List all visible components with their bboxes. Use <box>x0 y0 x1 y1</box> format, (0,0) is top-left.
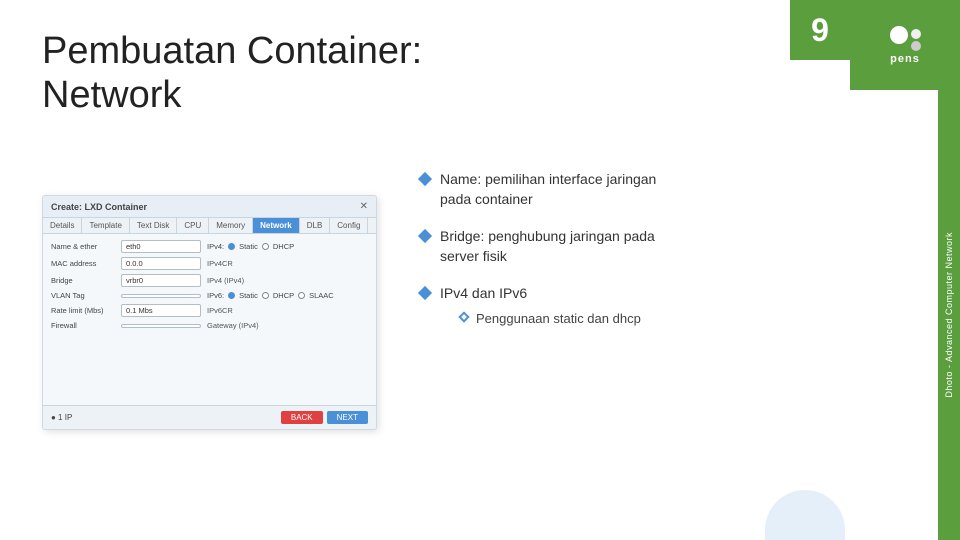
label-firewall: Firewall <box>51 321 121 330</box>
sub-bullet-diamond-1 <box>458 311 469 322</box>
logo-area: pens <box>850 0 960 90</box>
vertical-text: Dhoto - Advanced Computer Network <box>938 90 960 540</box>
bullet-diamond-3 <box>418 286 432 300</box>
bullet-diamond-2 <box>418 229 432 243</box>
label-ipv4-ipv4: IPv4 (IPv4) <box>207 276 244 285</box>
bullet-text-2: Bridge: penghubung jaringan padaserver f… <box>440 227 655 266</box>
radio-ipv6-static <box>228 292 235 299</box>
panel-tabs: Details Template Text Disk CPU Memory Ne… <box>43 218 376 234</box>
decorative-bottom-shape <box>765 490 845 540</box>
bullet-text-3: IPv4 dan IPv6 <box>440 285 527 301</box>
value-firewall <box>121 324 201 328</box>
value-bridge: vrbr0 <box>121 274 201 287</box>
tab-details[interactable]: Details <box>43 218 82 233</box>
radio-ipv6-slaac <box>298 292 305 299</box>
value-mac: 0.0.0 <box>121 257 201 270</box>
bullet-text-1: Name: pemilihan interface jaringanpada c… <box>440 170 656 209</box>
bullet-item-3: IPv4 dan IPv6 Penggunaan static dan dhcp <box>420 284 870 328</box>
footer-buttons: BACK NEXT <box>281 411 368 424</box>
form-row-firewall: Firewall Gateway (IPv4) <box>51 321 368 330</box>
panel-footer: ● 1 IP BACK NEXT <box>43 405 376 429</box>
panel-close-icon: ✕ <box>360 201 368 212</box>
value-vlan <box>121 294 201 298</box>
label-ipv4cr: IPv4CR <box>207 259 233 268</box>
radio-dhcp <box>262 243 269 250</box>
bullet-item-1: Name: pemilihan interface jaringanpada c… <box>420 170 870 209</box>
sub-bullet-item-1: Penggunaan static dan dhcp <box>460 310 641 328</box>
pens-logo: pens <box>890 26 921 65</box>
sub-bullet-text-1: Penggunaan static dan dhcp <box>476 310 641 328</box>
tab-network[interactable]: Network <box>253 218 300 233</box>
back-button[interactable]: BACK <box>281 411 323 424</box>
bullet-diamond-1 <box>418 172 432 186</box>
form-row-ratelimit: Rate limit (Mbs) 0.1 Mbs IPv6CR <box>51 304 368 317</box>
label-ipv6cr: IPv6CR <box>207 306 233 315</box>
form-row-vlan: VLAN Tag IPv6: Static DHCP SLAAC <box>51 291 368 300</box>
value-name: eth0 <box>121 240 201 253</box>
tab-dlb[interactable]: DLB <box>300 218 331 233</box>
tab-cpu[interactable]: CPU <box>177 218 209 233</box>
tab-textdisk[interactable]: Text Disk <box>130 218 177 233</box>
ipv4-radio-group: IPv4: Static DHCP <box>207 242 294 251</box>
slide-title: Pembuatan Container: Network <box>42 30 462 117</box>
bullets-area: Name: pemilihan interface jaringanpada c… <box>420 170 910 346</box>
radio-static <box>228 243 235 250</box>
panel-header: Create: LXD Container ✕ <box>43 196 376 218</box>
logo-text: pens <box>890 53 920 65</box>
next-button[interactable]: NEXT <box>327 411 368 424</box>
lxd-panel-mock: Create: LXD Container ✕ Details Template… <box>42 195 377 430</box>
form-row-name: Name & ether eth0 IPv4: Static DHCP <box>51 240 368 253</box>
ipv6-radio-group: IPv6: Static DHCP SLAAC <box>207 291 334 300</box>
tab-memory[interactable]: Memory <box>209 218 253 233</box>
value-ratelimit: 0.1 Mbs <box>121 304 201 317</box>
form-row-bridge: Bridge vrbr0 IPv4 (IPv4) <box>51 274 368 287</box>
label-vlan: VLAN Tag <box>51 291 121 300</box>
footer-ip-count: ● 1 IP <box>51 413 72 422</box>
tab-config[interactable]: Config <box>330 218 368 233</box>
label-bridge: Bridge <box>51 276 121 285</box>
label-name: Name & ether <box>51 242 121 251</box>
panel-body: Name & ether eth0 IPv4: Static DHCP MAC … <box>43 234 376 340</box>
bullet-item-2: Bridge: penghubung jaringan padaserver f… <box>420 227 870 266</box>
form-row-mac: MAC address 0.0.0 IPv4CR <box>51 257 368 270</box>
panel-header-title: Create: LXD Container <box>51 202 147 212</box>
title-area: Pembuatan Container: Network <box>42 30 462 117</box>
label-mac: MAC address <box>51 259 121 268</box>
label-ratelimit: Rate limit (Mbs) <box>51 306 121 315</box>
tab-template[interactable]: Template <box>82 218 129 233</box>
label-gateway: Gateway (IPv4) <box>207 321 259 330</box>
slide-number-badge: 9 <box>790 0 850 60</box>
radio-ipv6-dhcp <box>262 292 269 299</box>
